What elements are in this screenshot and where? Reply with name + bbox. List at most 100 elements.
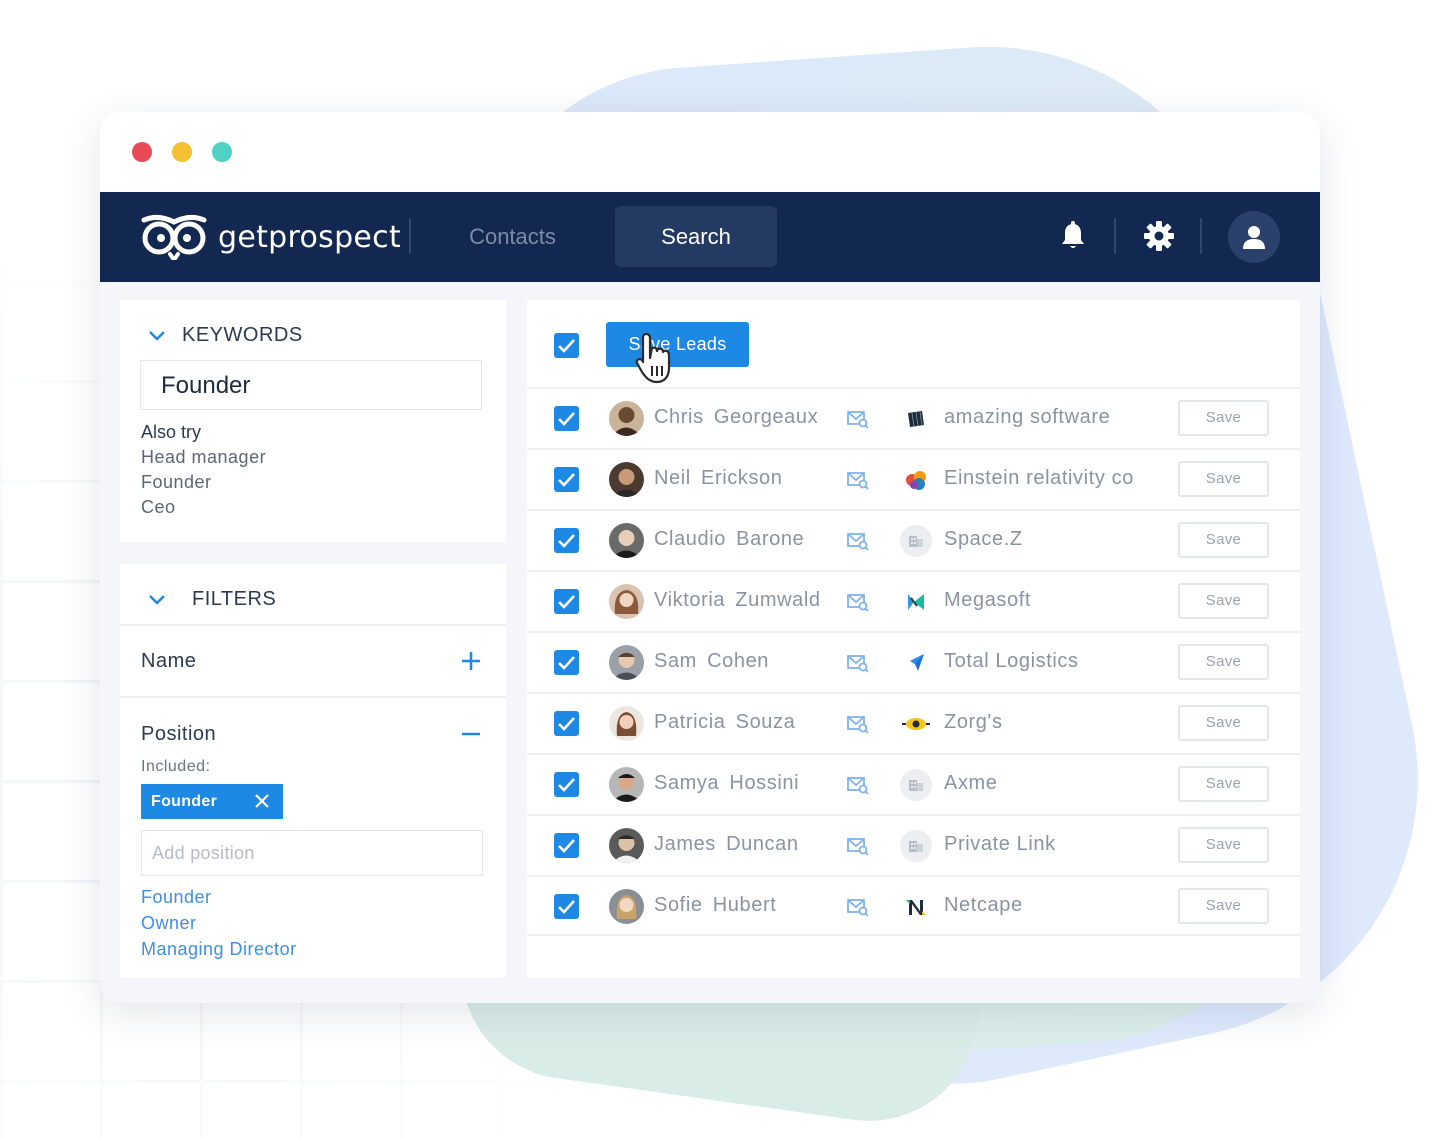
maximize-window-dot[interactable] (212, 142, 232, 162)
save-button[interactable]: Save (1178, 583, 1269, 619)
row-checkbox[interactable] (554, 833, 579, 858)
email-search-icon[interactable] (847, 531, 869, 551)
check-icon (558, 412, 575, 426)
minus-icon[interactable] (460, 723, 482, 745)
name-filter-label[interactable]: Name (141, 650, 196, 673)
bell-icon[interactable] (1055, 218, 1091, 254)
email-search-icon[interactable] (847, 653, 869, 673)
save-button[interactable]: Save (1178, 827, 1269, 863)
row-checkbox[interactable] (554, 894, 579, 919)
contact-name[interactable]: Claudio Barone (654, 528, 804, 551)
row-checkbox[interactable] (554, 711, 579, 736)
email-search-icon[interactable] (847, 409, 869, 429)
table-row[interactable]: Neil Erickson Einstein relativity co Sav… (527, 448, 1300, 509)
company-name[interactable]: Megasoft (944, 589, 1031, 612)
user-menu-button[interactable] (1228, 211, 1280, 263)
contact-name[interactable]: Viktoria Zumwald (654, 589, 821, 612)
hand-pointer-icon (635, 332, 671, 384)
avatar (609, 645, 644, 680)
table-row[interactable]: Sam Cohen Total Logistics Save (527, 631, 1300, 692)
filters-header[interactable]: FILTERS (148, 588, 276, 611)
table-row[interactable]: Claudio Barone Space.Z Save (527, 509, 1300, 570)
save-button[interactable]: Save (1178, 400, 1269, 436)
company-name[interactable]: Zorg's (944, 711, 1003, 734)
save-button[interactable]: Save (1178, 705, 1269, 741)
contact-name[interactable]: James Duncan (654, 833, 799, 856)
logo[interactable]: getprospect (140, 214, 401, 260)
close-icon[interactable] (255, 794, 269, 808)
row-checkbox[interactable] (554, 589, 579, 614)
company-name[interactable]: Axme (944, 772, 998, 795)
contact-name[interactable]: Sofie Hubert (654, 894, 776, 917)
email-search-icon[interactable] (847, 897, 869, 917)
keyword-suggestion[interactable]: Head manager (141, 447, 266, 468)
minimize-window-dot[interactable] (172, 142, 192, 162)
company-name[interactable]: Einstein relativity co (944, 467, 1134, 490)
position-suggestion[interactable]: Owner (141, 913, 197, 934)
save-button[interactable]: Save (1178, 461, 1269, 497)
position-tag: Founder (141, 784, 283, 819)
email-search-icon[interactable] (847, 775, 869, 795)
row-checkbox[interactable] (554, 650, 579, 675)
position-tag-label: Founder (151, 793, 218, 810)
keywords-panel: KEYWORDS Founder Also try Head manager F… (120, 300, 506, 542)
save-button[interactable]: Save (1178, 644, 1269, 680)
check-icon (558, 534, 575, 548)
contact-name[interactable]: Sam Cohen (654, 650, 769, 673)
row-checkbox[interactable] (554, 467, 579, 492)
avatar (609, 828, 644, 863)
table-row[interactable]: James Duncan Private Link Save (527, 814, 1300, 875)
close-window-dot[interactable] (132, 142, 152, 162)
nav-divider (1114, 218, 1116, 254)
company-name[interactable]: Total Logistics (944, 650, 1079, 673)
keyword-suggestion[interactable]: Ceo (141, 497, 176, 518)
email-search-icon[interactable] (847, 714, 869, 734)
company-name[interactable]: Netcape (944, 894, 1023, 917)
position-filter-label[interactable]: Position (141, 723, 216, 746)
email-search-icon[interactable] (847, 836, 869, 856)
included-label: Included: (141, 758, 211, 775)
chevron-down-icon (149, 330, 165, 341)
plus-icon[interactable] (460, 650, 482, 672)
keyword-suggestion[interactable]: Founder (141, 472, 212, 493)
company-name[interactable]: amazing software (944, 406, 1110, 429)
save-button[interactable]: Save (1178, 522, 1269, 558)
check-icon (558, 778, 575, 792)
contact-name[interactable]: Samya Hossini (654, 772, 799, 795)
owl-logo-icon (141, 214, 207, 260)
table-row[interactable]: Samya Hossini Axme Save (527, 753, 1300, 814)
table-row[interactable]: Chris Georgeaux amazing software Save (527, 387, 1300, 448)
avatar (609, 401, 644, 436)
save-button[interactable]: Save (1178, 888, 1269, 924)
select-all-checkbox[interactable] (554, 333, 579, 358)
building-icon (900, 830, 932, 862)
nav-divider (409, 218, 411, 254)
row-checkbox[interactable] (554, 406, 579, 431)
company-name[interactable]: Private Link (944, 833, 1056, 856)
building-icon (900, 769, 932, 801)
add-position-input[interactable]: Add position (141, 830, 483, 876)
check-icon (558, 717, 575, 731)
row-checkbox[interactable] (554, 528, 579, 553)
contact-name[interactable]: Chris Georgeaux (654, 406, 818, 429)
gear-icon[interactable] (1141, 218, 1177, 254)
table-row[interactable]: Viktoria Zumwald Megasoft Save (527, 570, 1300, 631)
keywords-header[interactable]: KEYWORDS (148, 324, 303, 347)
nav-contacts[interactable]: Contacts (445, 206, 580, 267)
also-try-label: Also try (141, 422, 202, 442)
contact-name[interactable]: Neil Erickson (654, 467, 783, 490)
keyword-input[interactable]: Founder (140, 360, 482, 410)
nav-search[interactable]: Search (615, 206, 777, 267)
company-logo-icon (902, 718, 930, 730)
filters-title: FILTERS (192, 588, 277, 610)
email-search-icon[interactable] (847, 592, 869, 612)
email-search-icon[interactable] (847, 470, 869, 490)
row-checkbox[interactable] (554, 772, 579, 797)
company-name[interactable]: Space.Z (944, 528, 1023, 551)
position-suggestion[interactable]: Founder (141, 887, 212, 908)
position-suggestion[interactable]: Managing Director (141, 939, 297, 960)
table-row[interactable]: Sofie Hubert Netcape Save (527, 875, 1300, 936)
save-button[interactable]: Save (1178, 766, 1269, 802)
table-row[interactable]: Patricia Souza Zorg's Save (527, 692, 1300, 753)
contact-name[interactable]: Patricia Souza (654, 711, 795, 734)
